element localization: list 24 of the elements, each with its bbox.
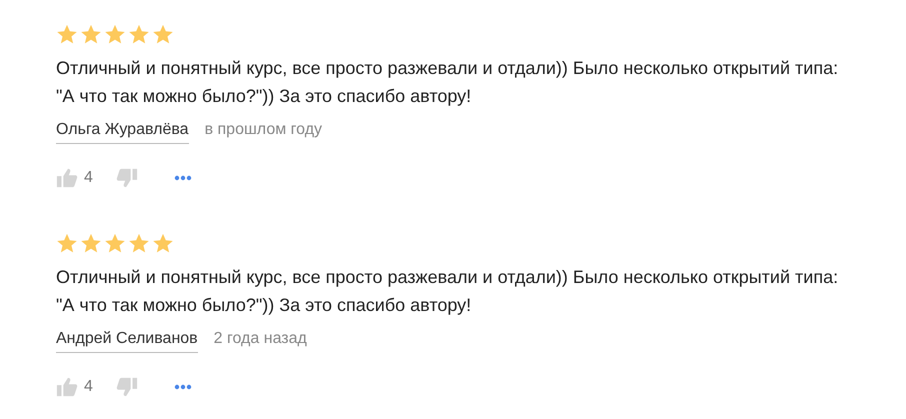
more-icon[interactable]: [174, 384, 192, 390]
author-link[interactable]: Андрей Селиванов: [56, 327, 198, 353]
star-icon: [80, 233, 102, 254]
thumbs-up-icon[interactable]: [56, 167, 78, 189]
review-text: Отличный и понятный курс, все просто разжевали и отдали)) Было несколько открытий типа: "А что так можно было?")) За это спасибо автору!: [56, 57, 840, 108]
thumbs-down-icon[interactable]: [116, 167, 138, 189]
star-icon: [152, 24, 174, 45]
thumbs-down-icon[interactable]: [116, 376, 138, 398]
star-icon: [56, 233, 78, 254]
author-link[interactable]: Ольга Журавлёва: [56, 118, 189, 144]
star-icon: [128, 233, 150, 254]
like-count: 4: [84, 377, 94, 397]
like-count: 4: [84, 168, 94, 188]
thumbs-up-icon[interactable]: [56, 376, 78, 398]
star-icon: [104, 24, 126, 45]
star-icon: [104, 233, 126, 254]
review-date: в прошлом году: [204, 120, 322, 140]
star-icon: [80, 24, 102, 45]
review-date: 2 года назад: [214, 329, 307, 349]
star-icon: [152, 233, 174, 254]
review-text: Отличный и понятный курс, все просто разжевали и отдали)) Было несколько открытий типа: "А что так можно было?")) За это спасибо автору!: [56, 266, 840, 317]
star-icon: [128, 24, 150, 45]
star-icon: [56, 24, 78, 45]
more-icon[interactable]: [174, 175, 192, 181]
